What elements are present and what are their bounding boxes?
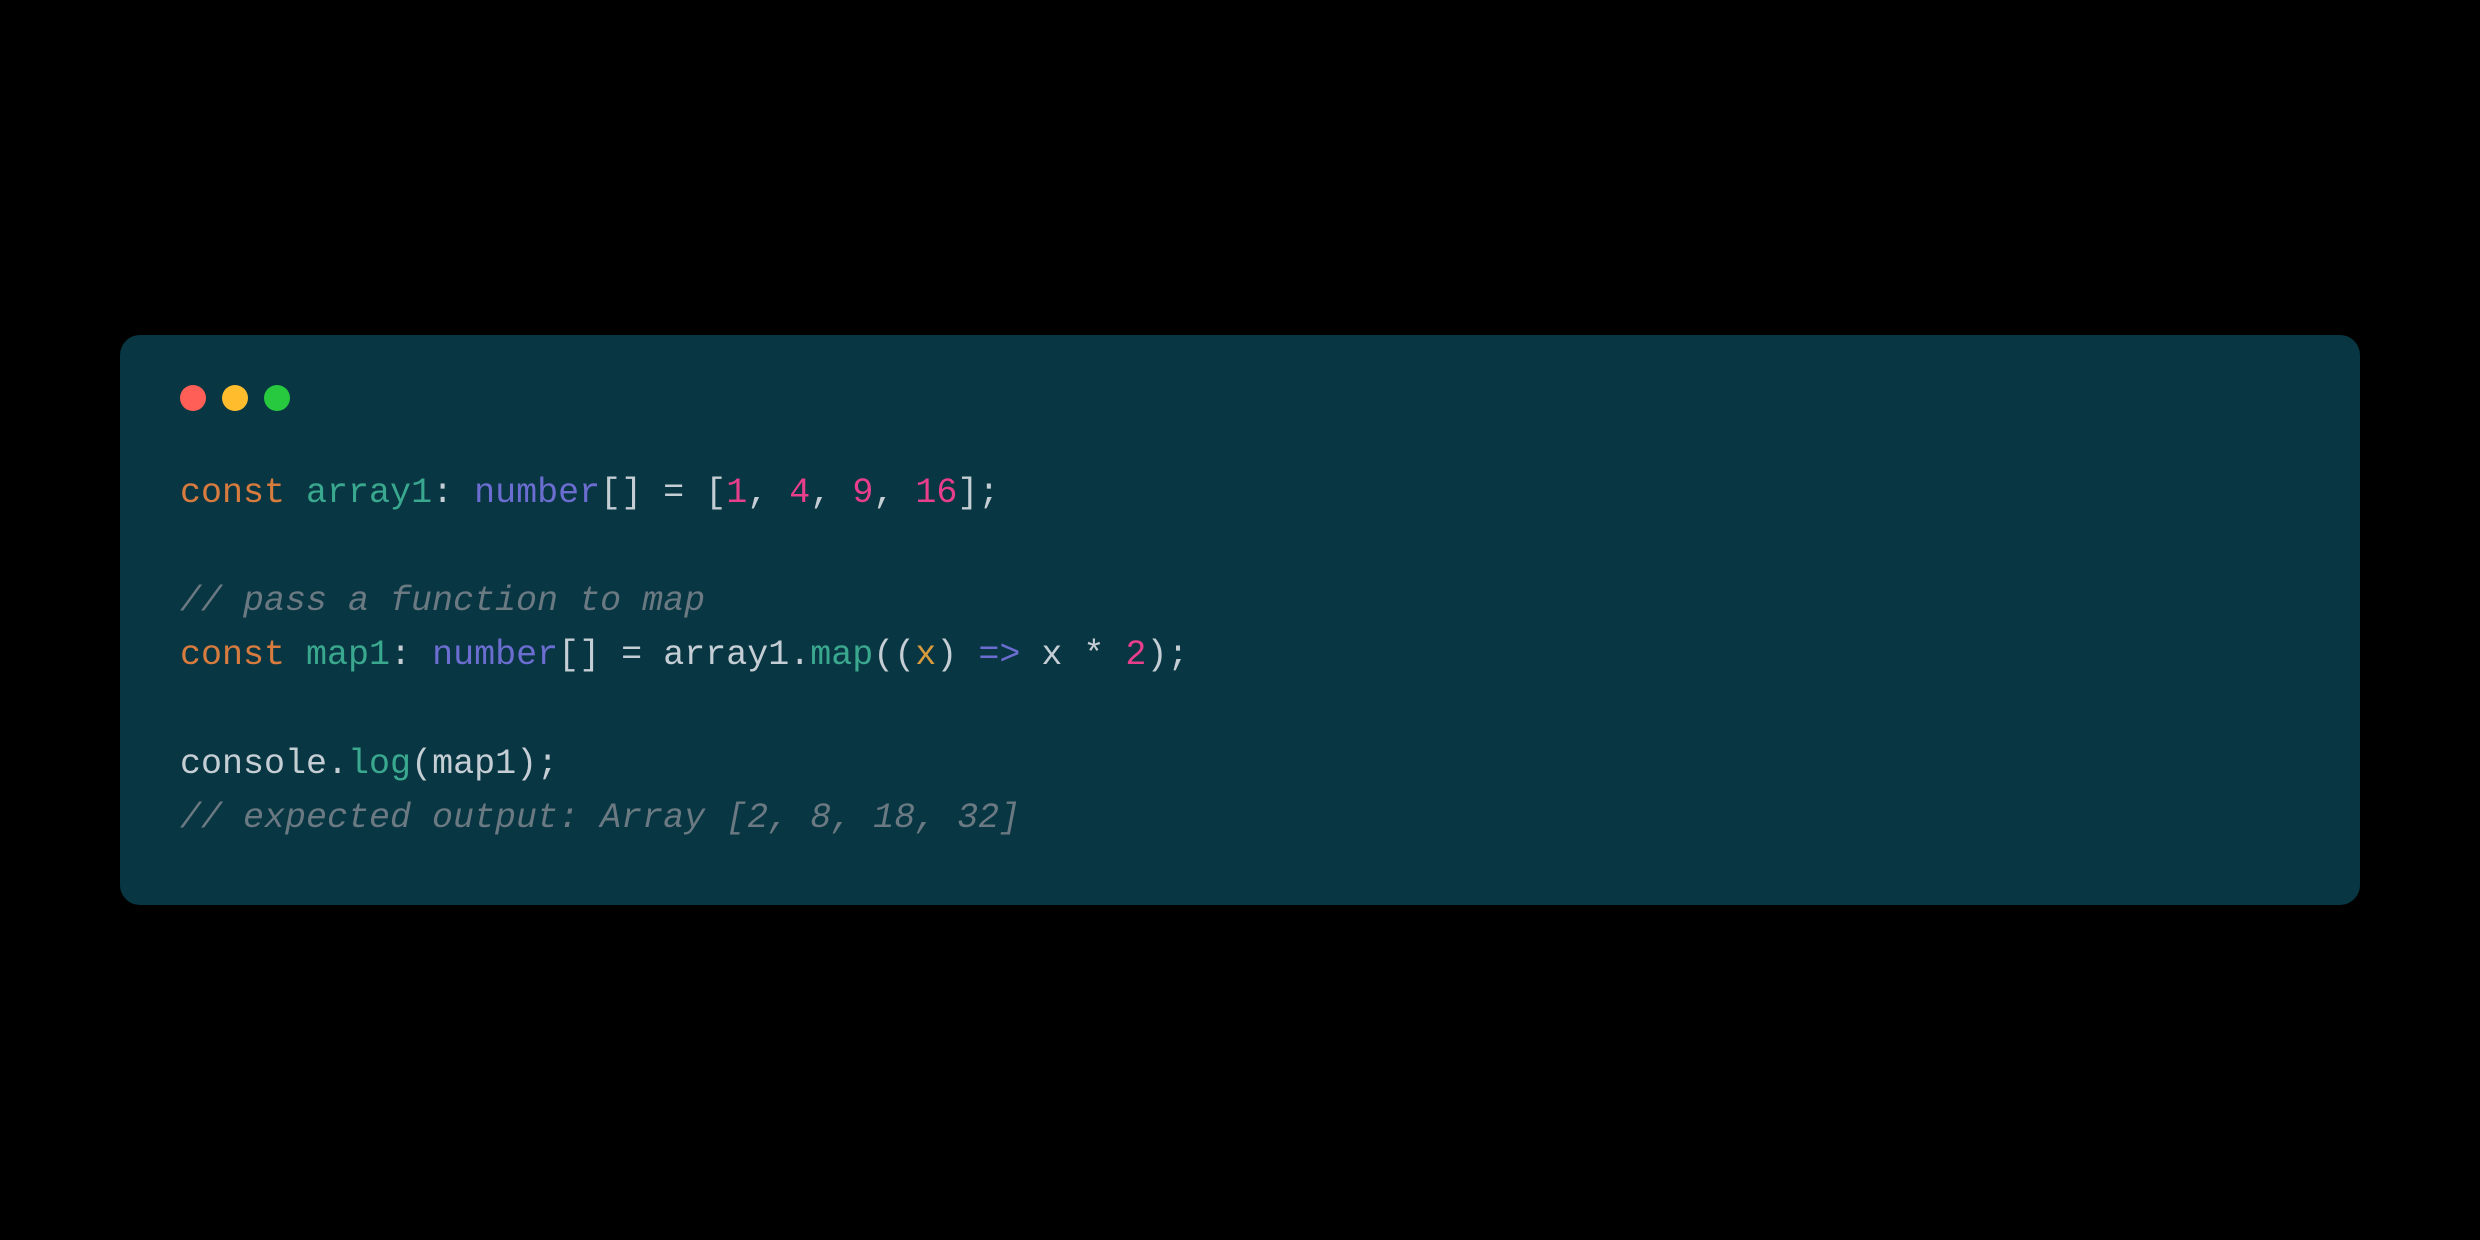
code-line-3: // pass a function to map — [180, 574, 2300, 628]
code-line-7: // expected output: Array [2, 8, 18, 32] — [180, 791, 2300, 845]
type-number: number — [474, 473, 600, 513]
code-line-2 — [180, 520, 2300, 574]
keyword-const: const — [180, 635, 285, 675]
param-x: x — [915, 635, 936, 675]
number-literal: 9 — [852, 473, 873, 513]
method-map: map — [810, 635, 873, 675]
code-line-5 — [180, 683, 2300, 737]
code-line-1: const array1: number[] = [1, 4, 9, 16]; — [180, 466, 2300, 520]
code-line-4: const map1: number[] = array1.map((x) =>… — [180, 628, 2300, 682]
identifier-map1-ref: map1 — [432, 744, 516, 784]
number-literal: 1 — [726, 473, 747, 513]
number-literal: 4 — [789, 473, 810, 513]
comment: // pass a function to map — [180, 581, 705, 621]
type-number: number — [432, 635, 558, 675]
number-literal: 2 — [1125, 635, 1146, 675]
identifier-map1: map1 — [306, 635, 390, 675]
window-controls — [180, 385, 2300, 411]
code-window: const array1: number[] = [1, 4, 9, 16]; /… — [120, 335, 2360, 906]
keyword-const: const — [180, 473, 285, 513]
param-x-ref: x — [1041, 635, 1062, 675]
arrow-operator: => — [978, 635, 1020, 675]
close-button[interactable] — [180, 385, 206, 411]
minimize-button[interactable] — [222, 385, 248, 411]
code-editor[interactable]: const array1: number[] = [1, 4, 9, 16]; /… — [180, 466, 2300, 846]
code-line-6: console.log(map1); — [180, 737, 2300, 791]
identifier-console: console — [180, 744, 327, 784]
comment: // expected output: Array [2, 8, 18, 32] — [180, 798, 1020, 838]
method-log: log — [348, 744, 411, 784]
number-literal: 16 — [915, 473, 957, 513]
identifier-array1: array1 — [306, 473, 432, 513]
identifier-array1-ref: array1 — [663, 635, 789, 675]
maximize-button[interactable] — [264, 385, 290, 411]
